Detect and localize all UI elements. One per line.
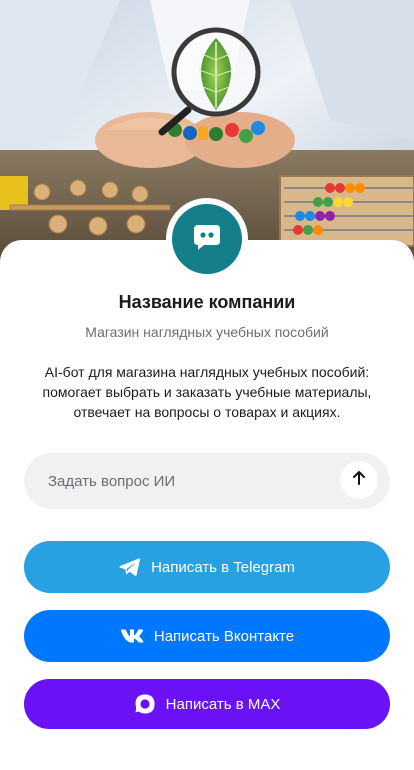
- vk-icon: [120, 628, 144, 644]
- arrow-up-icon: [351, 470, 367, 491]
- company-description: AI-бот для магазина наглядных учебных по…: [42, 364, 372, 420]
- company-name: Название компании: [118, 292, 296, 312]
- max-button[interactable]: Написать в MAX: [24, 679, 390, 729]
- vk-button-label: Написать Вконтакте: [153, 627, 295, 645]
- send-button[interactable]: [340, 461, 378, 499]
- company-avatar: [166, 198, 248, 280]
- telegram-button-label: Написать в Telegram: [151, 558, 295, 576]
- company-subtitle: Магазин наглядных учебных пособий: [85, 324, 329, 340]
- max-button-label: Написать в MAX: [165, 695, 281, 713]
- chat-bot-icon: [192, 223, 222, 256]
- vk-button[interactable]: Написать Вконтакте: [24, 610, 390, 662]
- telegram-icon: [119, 557, 141, 577]
- ask-ai-field: [24, 453, 390, 509]
- telegram-button[interactable]: Написать в Telegram: [24, 541, 390, 593]
- ask-ai-input[interactable]: [48, 453, 328, 509]
- max-icon: [134, 693, 156, 715]
